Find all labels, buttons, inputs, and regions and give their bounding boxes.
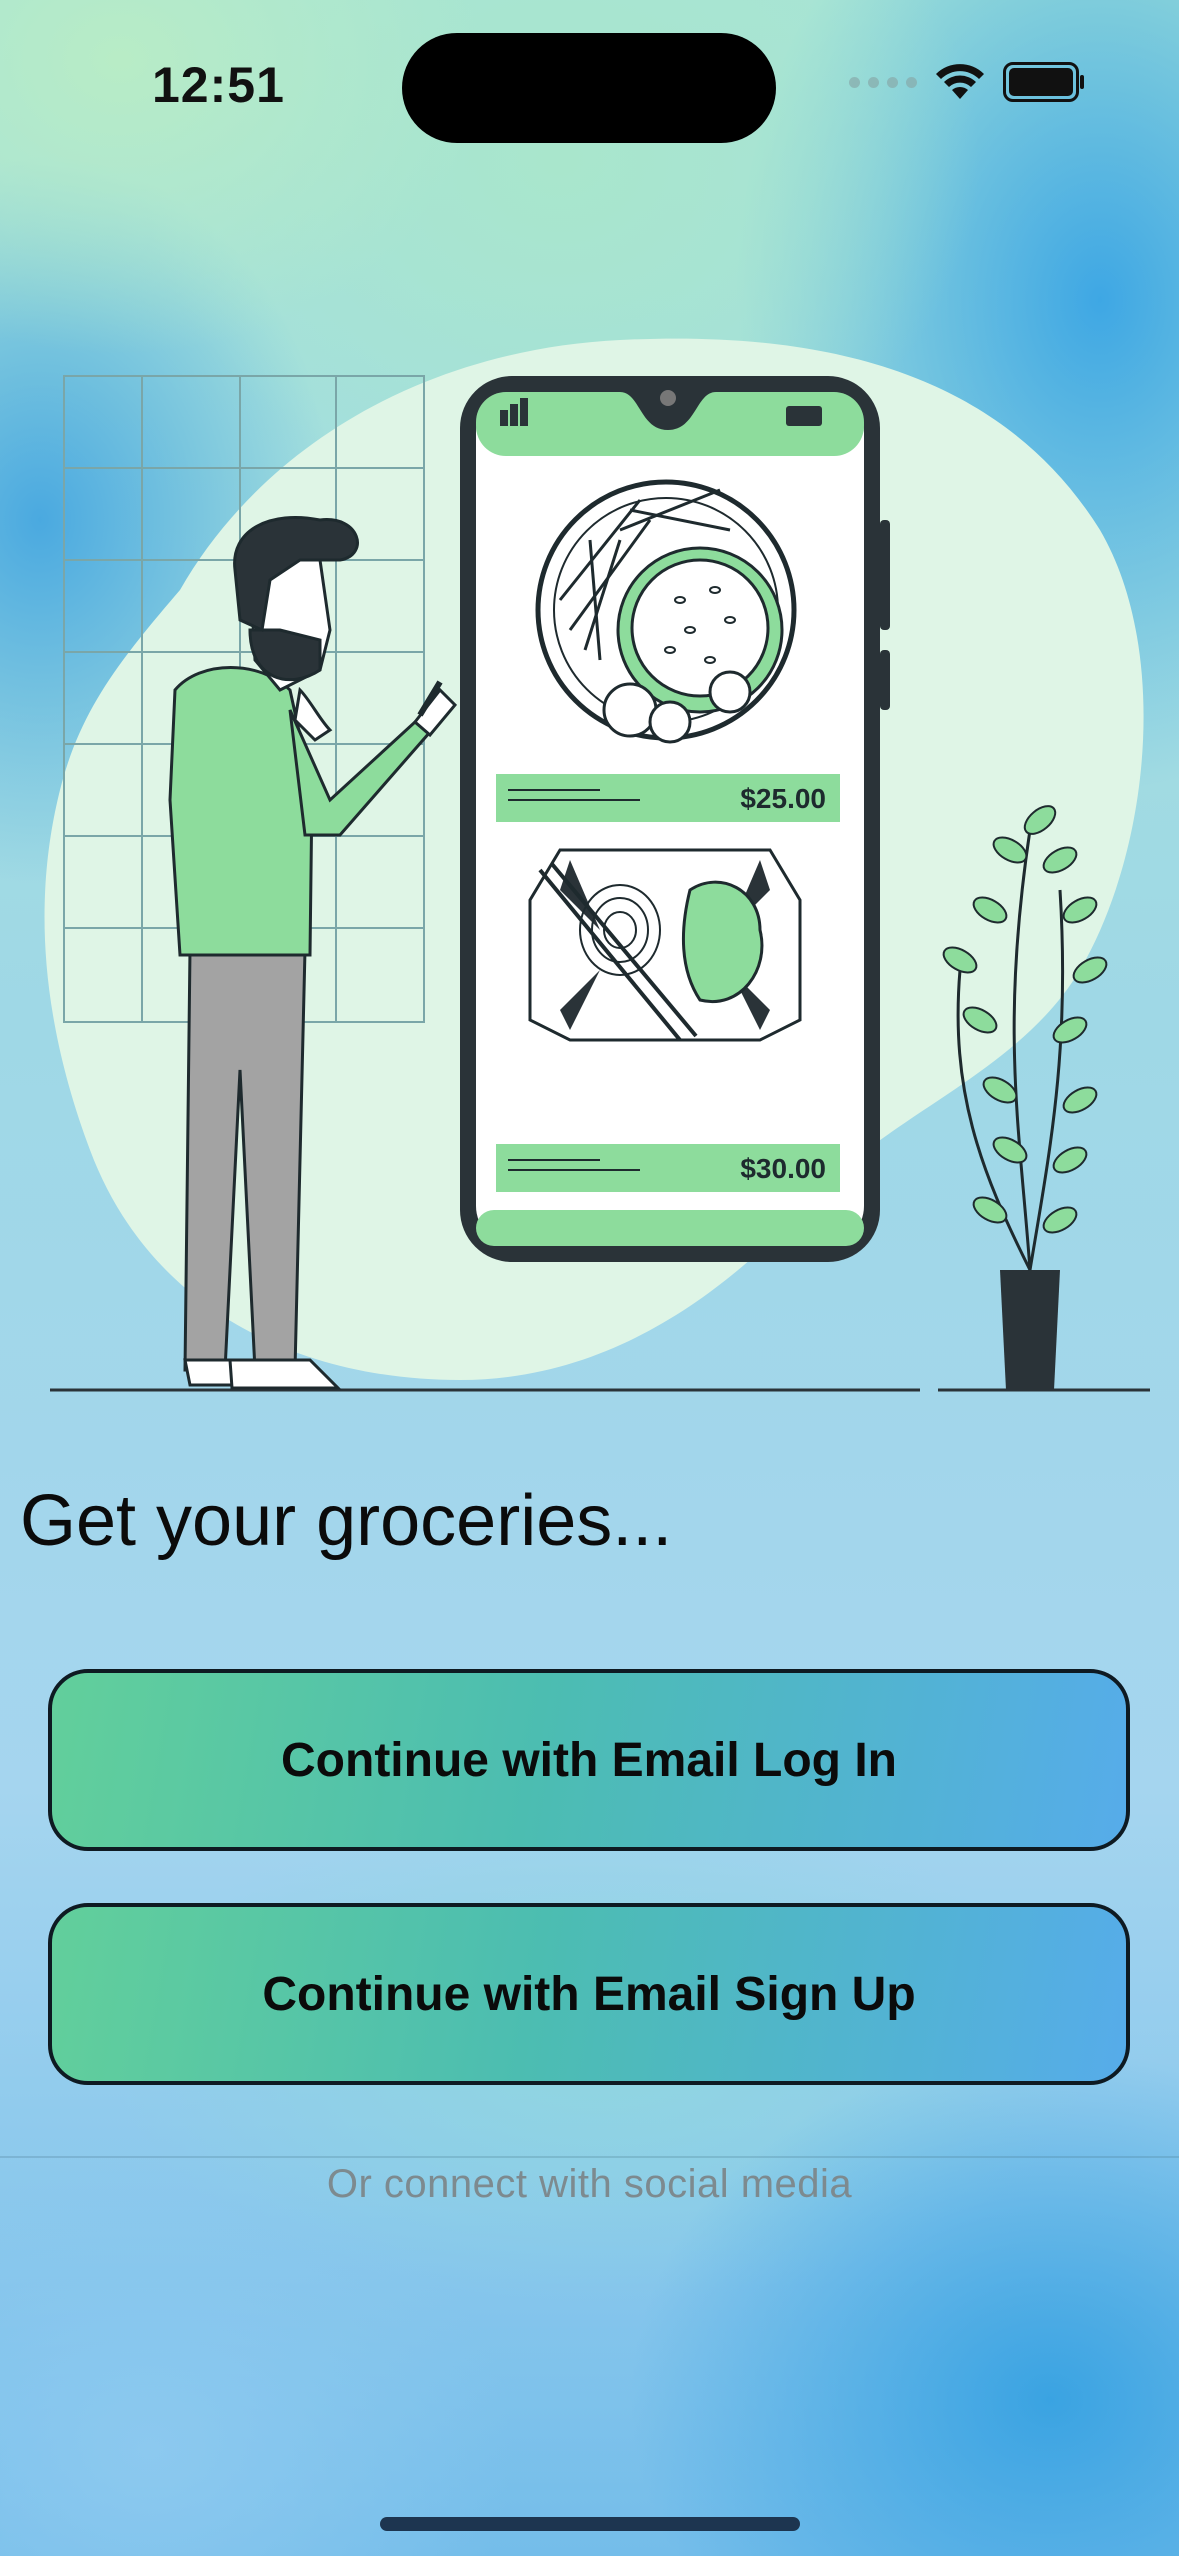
home-indicator[interactable] xyxy=(380,2517,800,2531)
email-login-button[interactable]: Continue with Email Log In xyxy=(48,1669,1130,1851)
phone-illustration: $25.00 $30.00 xyxy=(460,376,890,1262)
hero-illustration: $25.00 $30.00 xyxy=(44,338,1150,1392)
social-connect-label: Or connect with social media xyxy=(326,2162,853,2206)
dynamic-island xyxy=(402,33,776,143)
battery-icon xyxy=(1003,62,1084,102)
signal-icon xyxy=(849,76,917,88)
email-signup-button[interactable]: Continue with Email Sign Up xyxy=(48,1903,1130,2085)
price-label-2: $30.00 xyxy=(740,1153,826,1184)
price-label-1: $25.00 xyxy=(740,783,826,814)
status-time: 12:51 xyxy=(152,57,285,113)
wifi-icon xyxy=(936,64,984,99)
headline: Get your groceries... xyxy=(20,1481,673,1561)
status-indicators xyxy=(849,62,1084,102)
divider xyxy=(0,2156,1179,2158)
